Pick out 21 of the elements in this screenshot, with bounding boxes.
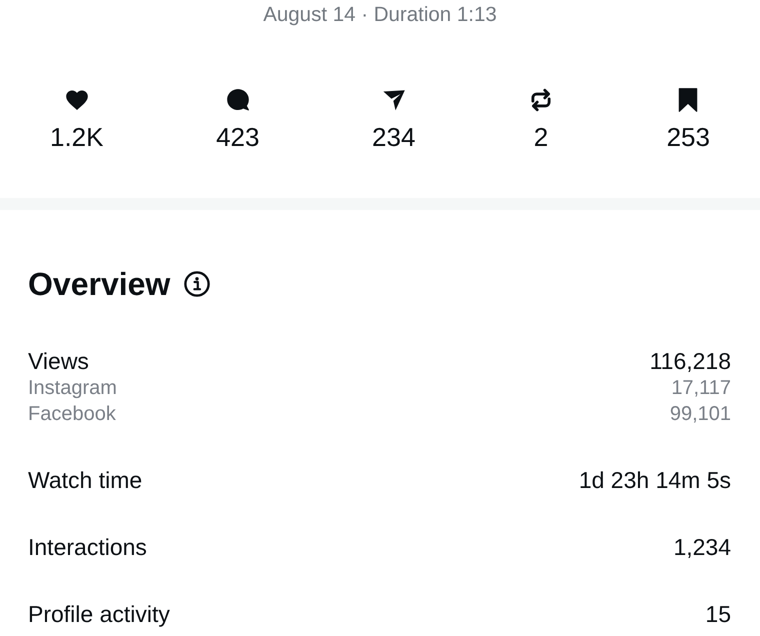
metric-value: 1d 23h 14m 5s bbox=[578, 466, 731, 494]
metric-value: 15 bbox=[705, 600, 731, 628]
metric-value: 1,234 bbox=[673, 533, 731, 561]
breakdown-value: 99,101 bbox=[670, 402, 731, 427]
post-date-duration: August 14 · Duration 1:13 bbox=[263, 2, 497, 27]
breakdown-value: 17,117 bbox=[671, 376, 731, 401]
metric-label: Profile activity bbox=[28, 600, 170, 628]
stat-count: 423 bbox=[216, 122, 260, 152]
stat-count: 253 bbox=[666, 122, 710, 152]
stat-count: 1.2K bbox=[50, 122, 104, 152]
stat-count: 234 bbox=[372, 122, 416, 152]
speech-bubble-icon bbox=[224, 87, 251, 113]
breakdown-label: Instagram bbox=[28, 376, 117, 401]
metric-label: Watch time bbox=[28, 466, 142, 494]
breakdown-label: Facebook bbox=[28, 402, 116, 427]
section-title: Overview bbox=[28, 265, 170, 304]
stat-count: 2 bbox=[534, 122, 548, 152]
metric-label: Views bbox=[28, 347, 89, 375]
info-icon[interactable] bbox=[184, 271, 210, 297]
metric-label: Interactions bbox=[28, 533, 147, 561]
metric-value: 116,218 bbox=[650, 347, 731, 375]
